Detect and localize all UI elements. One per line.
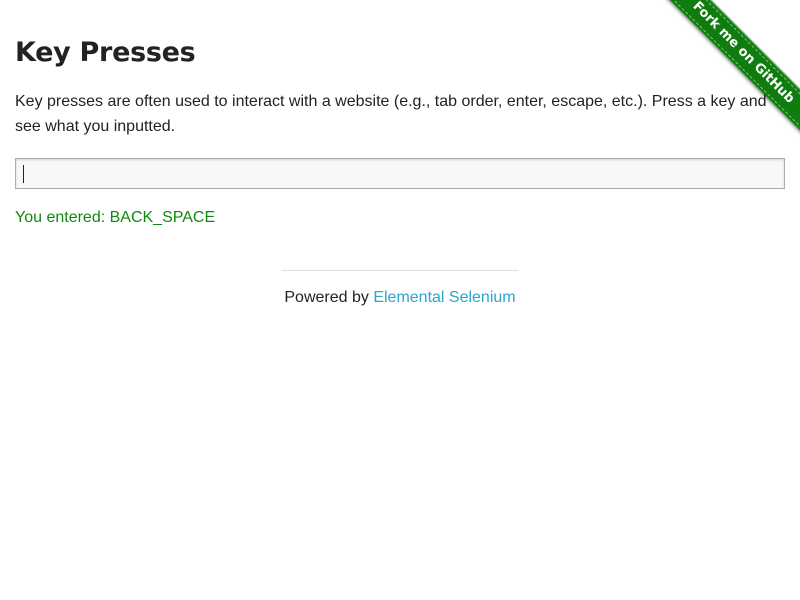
elemental-selenium-link[interactable]: Elemental Selenium xyxy=(373,289,515,306)
page-title: Key Presses xyxy=(15,37,196,68)
page: Fork me on GitHub Key Presses Key presse… xyxy=(0,0,800,600)
footer-prefix: Powered by xyxy=(284,289,374,306)
text-caret xyxy=(23,165,24,183)
footer: Powered by Elemental Selenium xyxy=(282,270,518,308)
result-text: You entered: BACK_SPACE xyxy=(15,209,216,226)
page-description: Key presses are often used to interact w… xyxy=(15,93,767,135)
key-press-input[interactable] xyxy=(15,158,785,189)
